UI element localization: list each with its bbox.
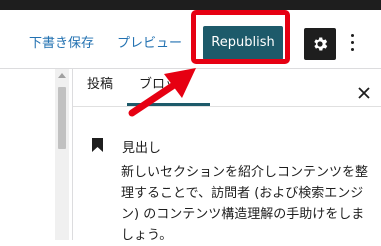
annotation-arrow — [128, 68, 196, 117]
